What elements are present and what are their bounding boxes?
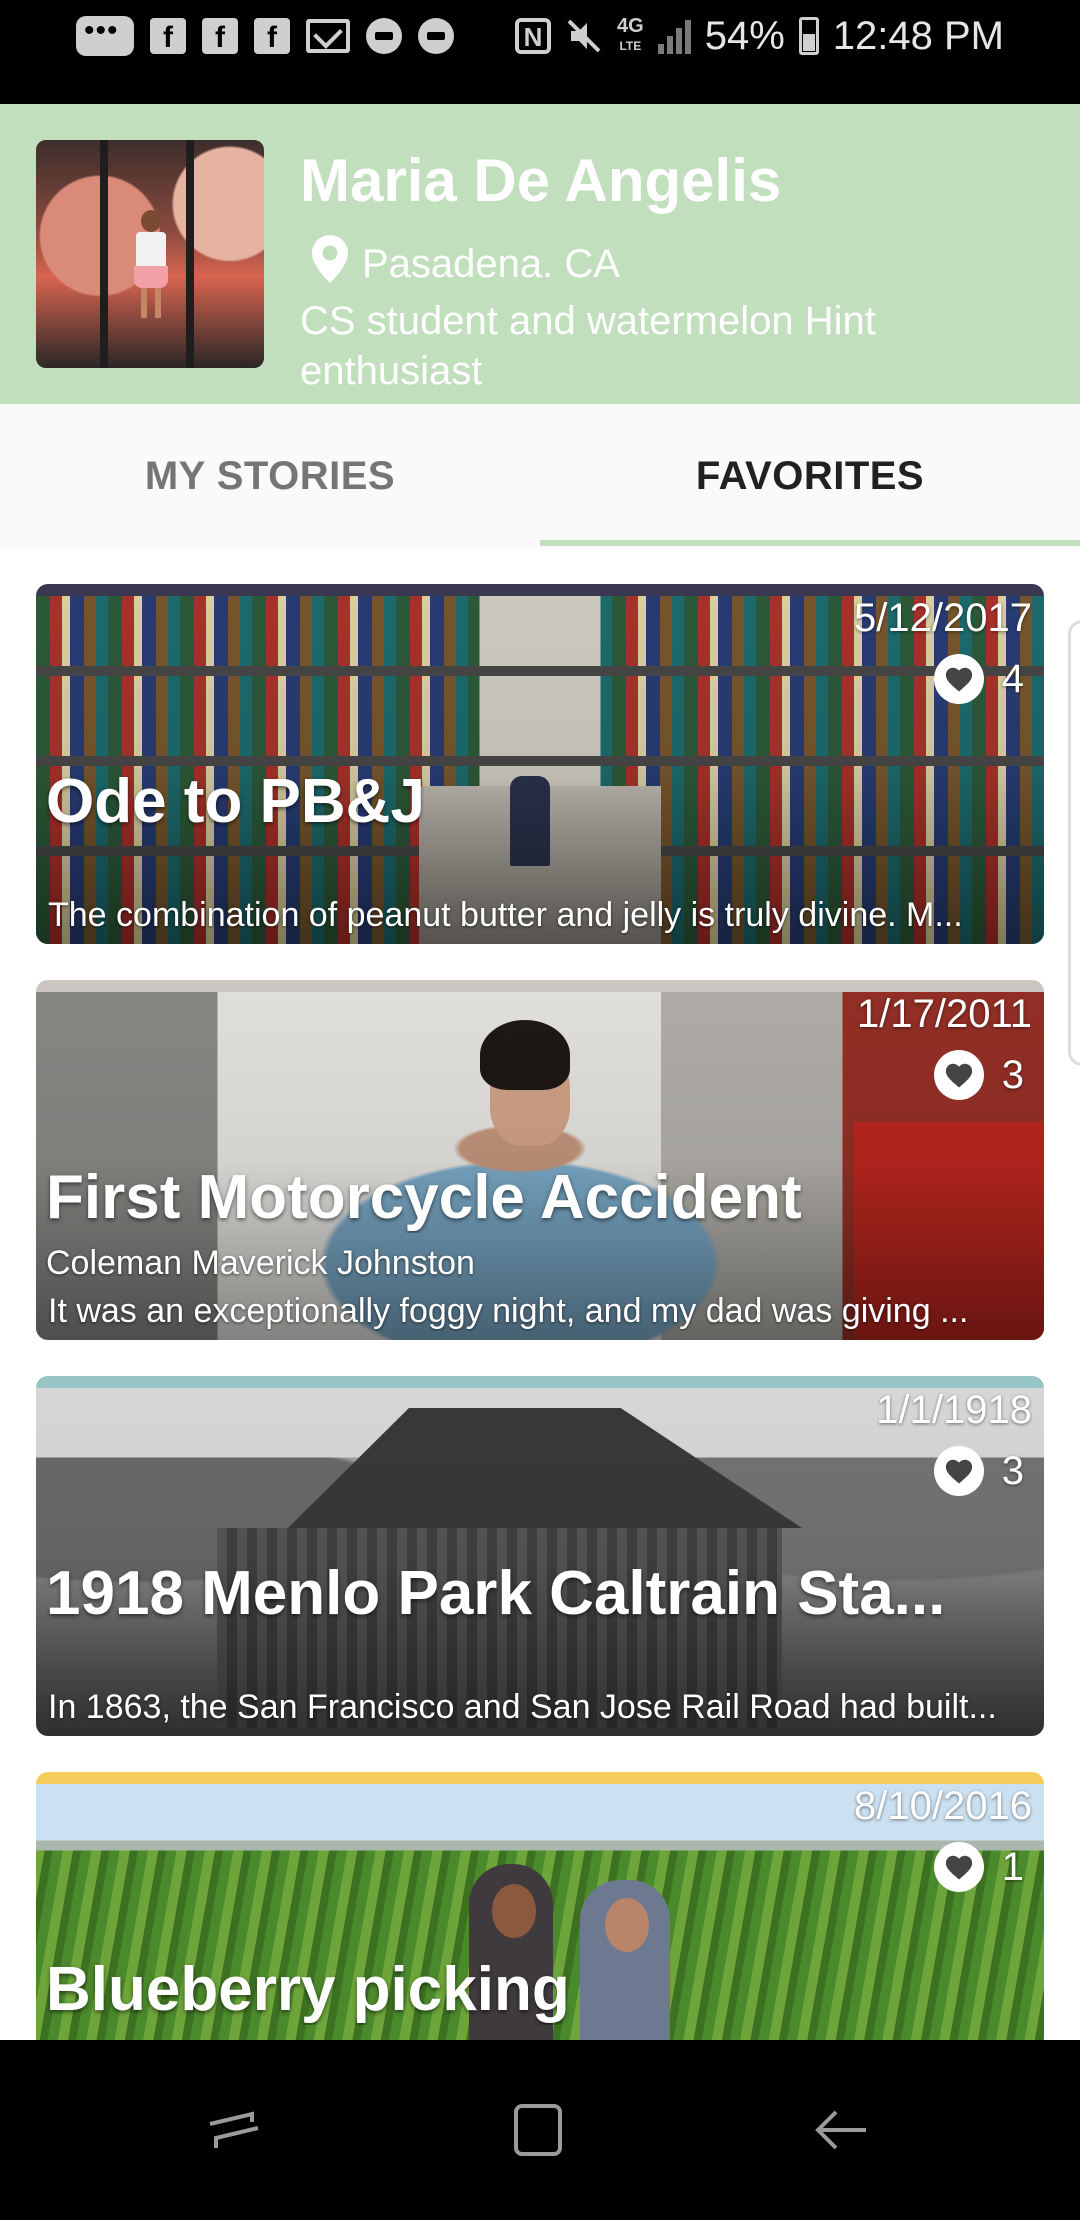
story-date: 8/10/2016 — [854, 1784, 1032, 1828]
story-card[interactable]: 1/17/2011 3 First Motorcycle Accident Co… — [36, 980, 1044, 1340]
profile-name: Maria De Angelis — [300, 147, 782, 214]
mute-icon — [565, 17, 603, 55]
story-author: Coleman Maverick Johnston — [46, 1244, 475, 1282]
recent-apps-icon[interactable] — [204, 2100, 264, 2160]
like-count: 3 — [1001, 1052, 1024, 1097]
record-icon — [366, 18, 402, 54]
story-title: Blueberry picking — [46, 1955, 570, 2024]
story-date: 5/12/2017 — [854, 596, 1032, 640]
like-row: 3 — [933, 1446, 1024, 1496]
heart-icon[interactable] — [933, 1446, 984, 1496]
like-row: 1 — [933, 1842, 1024, 1892]
like-row: 3 — [933, 1050, 1024, 1100]
story-card[interactable]: 8/10/2016 1 Blueberry picking — [36, 1772, 1044, 2040]
card-color-band — [36, 1772, 1044, 1784]
location-row: Pasadena. CA — [312, 230, 620, 287]
facebook-icon: f — [150, 18, 186, 54]
battery-icon — [798, 17, 819, 55]
nfc-icon: N — [515, 18, 552, 54]
heart-icon[interactable] — [933, 1842, 984, 1892]
like-row: 4 — [933, 654, 1024, 704]
story-title: First Motorcycle Accident — [46, 1163, 802, 1232]
heart-icon[interactable] — [933, 654, 984, 704]
story-card[interactable]: 5/12/2017 4 Ode to PB&J The combination … — [36, 584, 1044, 944]
gmail-icon — [306, 19, 350, 53]
tab-my-stories[interactable]: MY STORIES — [0, 404, 540, 548]
signal-icon — [657, 18, 691, 54]
notification-icons: f f f — [76, 12, 454, 60]
home-icon[interactable] — [508, 2100, 568, 2160]
back-icon[interactable] — [812, 2100, 872, 2160]
story-title: 1918 Menlo Park Caltrain Sta... — [46, 1559, 946, 1628]
tab-indicator — [540, 540, 1080, 546]
avatar[interactable] — [36, 140, 264, 368]
location-text: Pasadena. CA — [362, 242, 620, 286]
record-icon — [418, 18, 454, 54]
facebook-icon: f — [254, 18, 290, 54]
story-title: Ode to PB&J — [46, 767, 425, 836]
like-count: 3 — [1001, 1448, 1024, 1493]
like-count: 4 — [1001, 656, 1024, 701]
clock: 12:48 PM — [832, 13, 1004, 58]
navigation-bar — [0, 2040, 1080, 2220]
battery-percent: 54% — [704, 13, 785, 58]
like-count: 1 — [1001, 1844, 1024, 1889]
facebook-icon: f — [202, 18, 238, 54]
tab-favorites[interactable]: FAVORITES — [540, 404, 1080, 548]
story-excerpt: The combination of peanut butter and jel… — [48, 896, 963, 934]
4g-lte-icon: 4G LTE — [617, 15, 644, 53]
status-bar: f f f N 4GLTE 54% 12:48 PM — [0, 0, 1080, 104]
story-excerpt: In 1863, the San Francisco and San Jose … — [48, 1688, 997, 1726]
message-icon — [76, 14, 134, 56]
story-card[interactable]: 1/1/1918 3 1918 Menlo Park Caltrain Sta.… — [36, 1376, 1044, 1736]
story-date: 1/17/2011 — [857, 992, 1032, 1036]
story-excerpt: It was an exceptionally foggy night, and… — [48, 1292, 969, 1330]
profile-header: Maria De Angelis Pasadena. CA CS student… — [0, 104, 1080, 404]
tab-bar: MY STORIES FAVORITES — [0, 404, 1080, 548]
location-pin-icon — [312, 234, 348, 283]
system-icons: N 4G LTE 54% 12:48 PM — [515, 12, 1004, 60]
story-date: 1/1/1918 — [876, 1388, 1032, 1432]
story-feed[interactable]: 5/12/2017 4 Ode to PB&J The combination … — [0, 548, 1080, 2040]
profile-bio: CS student and watermelon Hint enthusias… — [300, 299, 876, 393]
edge-panel-handle[interactable] — [1068, 620, 1080, 1066]
heart-icon[interactable] — [933, 1050, 984, 1100]
